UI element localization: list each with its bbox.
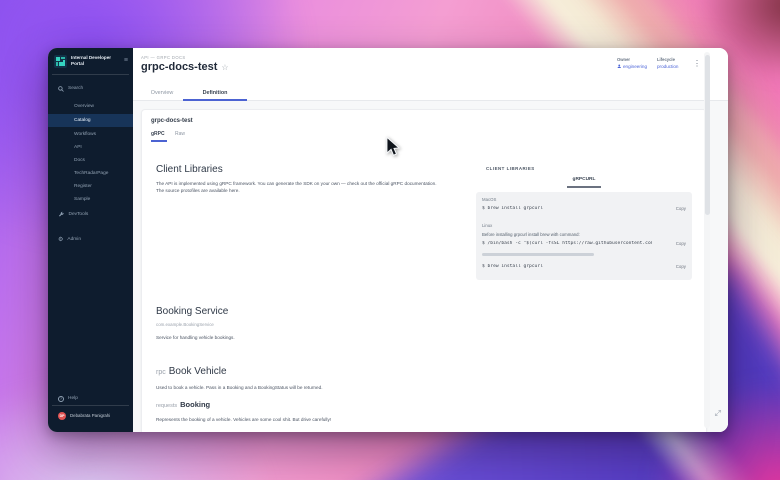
user-avatar: DP bbox=[58, 412, 66, 420]
panel-tab-grpcurl[interactable]: gRPCURL bbox=[550, 177, 618, 182]
code-horizontal-scrollbar[interactable] bbox=[482, 253, 594, 256]
portal-logo-icon bbox=[54, 55, 67, 68]
main-content: API — GRPC DOCS grpc-docs-test ☆ Owner e… bbox=[133, 48, 728, 432]
sidebar-item-label: Sample bbox=[48, 197, 90, 202]
subtab-raw[interactable]: Raw bbox=[175, 131, 185, 137]
requests-prefix: requests bbox=[156, 403, 177, 409]
client-libraries-heading: Client Libraries bbox=[156, 164, 223, 175]
sidebar-divider bbox=[52, 405, 129, 406]
rpc-heading-row: rpc Book Vehicle bbox=[156, 366, 227, 377]
install-commands-card: MacOS $ brew install grpcurl Copy Linux … bbox=[476, 192, 692, 280]
sidebar-item-label: Docs bbox=[48, 158, 85, 163]
help-icon: ? bbox=[58, 396, 64, 402]
macos-command: $ brew install grpcurl bbox=[482, 206, 652, 211]
sidebar-item-label: Admin bbox=[67, 237, 81, 242]
linux-brew-command: $ brew install grpcurl bbox=[482, 264, 652, 269]
rpc-name: Book Vehicle bbox=[169, 366, 227, 377]
screen: Internal Developer Portal ≡ Search Overv… bbox=[0, 0, 780, 480]
sidebar-item-help[interactable]: ? Help bbox=[48, 392, 133, 405]
brand-title: Internal Developer Portal bbox=[71, 55, 117, 66]
linux-label: Linux bbox=[482, 223, 492, 228]
mouse-cursor bbox=[385, 136, 401, 158]
sidebar-toggle-icon[interactable]: ≡ bbox=[124, 57, 128, 64]
app-window: Internal Developer Portal ≡ Search Overv… bbox=[48, 48, 728, 432]
more-options-icon[interactable]: ⋮ bbox=[693, 59, 701, 68]
entity-tabbar: Overview Definition bbox=[133, 85, 728, 101]
breadcrumb[interactable]: API — GRPC DOCS bbox=[141, 55, 186, 60]
owner-meta: Owner engineering bbox=[617, 57, 657, 69]
sidebar: Internal Developer Portal ≡ Search Overv… bbox=[48, 48, 133, 432]
rpc-prefix: rpc bbox=[156, 369, 166, 376]
sidebar-item-label: Catalog bbox=[48, 118, 91, 123]
page-title-row: grpc-docs-test ☆ bbox=[141, 61, 229, 73]
page-title: grpc-docs-test bbox=[141, 61, 217, 73]
subtab-grpc[interactable]: gRPC bbox=[151, 131, 165, 137]
gear-icon: ⚙ bbox=[58, 237, 63, 243]
favorite-star-icon[interactable]: ☆ bbox=[221, 63, 228, 72]
sidebar-item-label: API bbox=[48, 145, 82, 150]
copy-button[interactable]: Copy bbox=[676, 264, 686, 269]
sidebar-item-sample[interactable]: Sample bbox=[48, 193, 133, 206]
rpc-description: Used to book a vehicle. Pass in a Bookin… bbox=[156, 384, 323, 391]
sidebar-item-register[interactable]: Register bbox=[48, 180, 133, 193]
booking-qualified-name: com.example.BookingService bbox=[156, 322, 214, 327]
booking-description: Service for handling vehicle bookings. bbox=[156, 334, 235, 341]
tab-overview[interactable]: Overview bbox=[141, 85, 183, 101]
lifecycle-value[interactable]: production bbox=[657, 64, 697, 69]
sidebar-item-label: Help bbox=[68, 396, 78, 401]
sidebar-item-label: Workflows bbox=[48, 132, 96, 137]
sidebar-item-api[interactable]: API bbox=[48, 141, 133, 154]
tab-definition[interactable]: Definition bbox=[183, 85, 247, 101]
owner-value: engineering bbox=[623, 64, 647, 69]
client-libraries-panel-header: CLIENT LIBRARIES bbox=[486, 166, 535, 171]
expand-icon[interactable] bbox=[714, 404, 722, 422]
sidebar-user[interactable]: DP Debabrata Panigrahi bbox=[48, 408, 133, 423]
sidebar-item-label: TechRadarPage bbox=[48, 171, 108, 176]
requests-heading-row: requests Booking bbox=[156, 400, 210, 409]
sidebar-item-techradarpage[interactable]: TechRadarPage bbox=[48, 167, 133, 180]
owner-link[interactable]: engineering bbox=[617, 64, 657, 69]
wrench-icon bbox=[58, 211, 65, 218]
sidebar-item-label: Search bbox=[68, 86, 83, 91]
panel-tab-underline bbox=[567, 186, 601, 188]
sidebar-item-label: Register bbox=[48, 184, 92, 189]
sidebar-item-overview[interactable]: Overview bbox=[48, 100, 133, 113]
client-libraries-body-line2: The source protofiles are available here… bbox=[156, 187, 240, 194]
group-icon bbox=[617, 64, 622, 69]
vertical-scrollbar-thumb[interactable] bbox=[705, 55, 710, 215]
linux-note: Before installing grpcurl install brew w… bbox=[482, 232, 580, 237]
owner-label: Owner bbox=[617, 57, 657, 62]
user-name: Debabrata Panigrahi bbox=[70, 413, 110, 418]
sidebar-item-admin[interactable]: ⚙ Admin bbox=[48, 233, 133, 246]
booking-service-heading: Booking Service bbox=[156, 306, 228, 317]
subtab-active-underline bbox=[151, 140, 167, 142]
sidebar-divider bbox=[52, 74, 129, 75]
linux-command: $ /bin/bash -c "$(curl -fsSL https://raw… bbox=[482, 241, 652, 246]
vertical-scrollbar-track[interactable] bbox=[704, 52, 710, 428]
search-icon bbox=[58, 86, 64, 92]
definition-content: grpc-docs-test gRPC Raw Client Libraries… bbox=[133, 101, 728, 432]
definition-card-title: grpc-docs-test bbox=[151, 118, 193, 124]
copy-button[interactable]: Copy bbox=[676, 206, 686, 211]
macos-label: MacOS bbox=[482, 197, 496, 202]
sidebar-item-workflows[interactable]: Workflows bbox=[48, 128, 133, 141]
sidebar-item-catalog[interactable]: Catalog bbox=[48, 114, 133, 127]
copy-button[interactable]: Copy bbox=[676, 241, 686, 246]
sidebar-item-label: Overview bbox=[48, 104, 94, 109]
sidebar-item-search[interactable]: Search bbox=[48, 82, 133, 95]
sidebar-item-docs[interactable]: Docs bbox=[48, 154, 133, 167]
definition-card: grpc-docs-test gRPC Raw Client Libraries… bbox=[141, 109, 707, 432]
requests-name: Booking bbox=[180, 400, 210, 409]
requests-description: Represents the booking of a vehicle. Veh… bbox=[156, 416, 331, 423]
sidebar-item-label: DevTools bbox=[69, 212, 89, 217]
lifecycle-label: Lifecycle bbox=[657, 57, 697, 62]
sidebar-item-devtools[interactable]: DevTools bbox=[48, 208, 133, 221]
sidebar-brand: Internal Developer Portal ≡ bbox=[54, 54, 129, 71]
lifecycle-meta: Lifecycle production bbox=[657, 57, 697, 69]
